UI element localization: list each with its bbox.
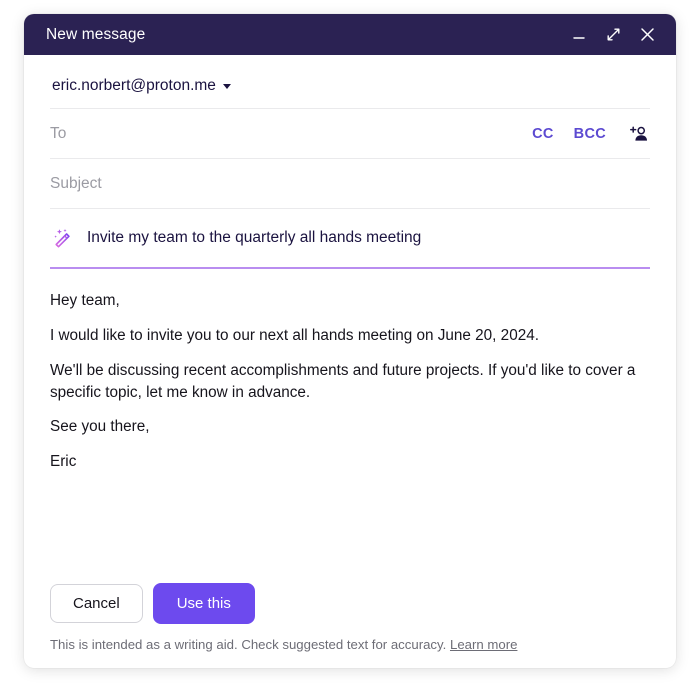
- window-titlebar: New message: [24, 14, 676, 55]
- add-contact-icon: [630, 125, 647, 141]
- add-contact-button[interactable]: [628, 123, 650, 145]
- compose-window: New message eric.norbert@proton.me To CC…: [24, 14, 676, 668]
- compose-footer: Cancel Use this This is intended as a wr…: [50, 583, 650, 668]
- sender-selector[interactable]: eric.norbert@proton.me: [50, 74, 233, 98]
- bcc-button[interactable]: BCC: [574, 126, 606, 142]
- minimize-icon: [573, 36, 585, 39]
- to-row: To CC BCC: [50, 108, 650, 158]
- message-paragraph: See you there,: [50, 418, 150, 436]
- sender-address: eric.norbert@proton.me: [52, 76, 216, 94]
- message-paragraph: We'll be discussing recent accomplishmen…: [50, 361, 636, 401]
- use-this-button[interactable]: Use this: [152, 583, 255, 624]
- cc-button[interactable]: CC: [532, 126, 554, 142]
- sender-row: eric.norbert@proton.me: [50, 55, 650, 108]
- magic-wand-icon: [52, 227, 74, 249]
- close-icon: [640, 28, 654, 41]
- assistant-prompt-row: Invite my team to the quarterly all hand…: [50, 208, 650, 269]
- disclaimer-text: This is intended as a writing aid. Check…: [50, 637, 447, 652]
- chevron-down-icon: [222, 84, 231, 89]
- message-paragraph: Eric: [50, 453, 77, 471]
- message-body[interactable]: Hey team, I would like to invite you to …: [50, 269, 650, 583]
- maximize-button[interactable]: [598, 20, 628, 50]
- cc-bcc-group: CC BCC: [532, 123, 650, 145]
- subject-input[interactable]: Subject: [50, 175, 650, 193]
- message-paragraph: I would like to invite you to our next a…: [50, 326, 539, 344]
- message-paragraph: Hey team,: [50, 292, 120, 309]
- close-button[interactable]: [632, 20, 662, 50]
- page-title: New message: [46, 25, 146, 43]
- window-controls: [564, 20, 662, 50]
- cancel-button[interactable]: Cancel: [50, 584, 143, 623]
- footer-actions: Cancel Use this: [50, 583, 650, 637]
- disclaimer: This is intended as a writing aid. Check…: [50, 637, 650, 668]
- minimize-button[interactable]: [564, 20, 594, 50]
- assistant-prompt-input[interactable]: Invite my team to the quarterly all hand…: [87, 229, 650, 247]
- to-input[interactable]: To: [50, 125, 522, 143]
- compose-body: eric.norbert@proton.me To CC BCC Subject…: [24, 55, 676, 668]
- expand-icon: [607, 28, 619, 41]
- subject-row: Subject: [50, 158, 650, 208]
- learn-more-link[interactable]: Learn more: [450, 637, 517, 652]
